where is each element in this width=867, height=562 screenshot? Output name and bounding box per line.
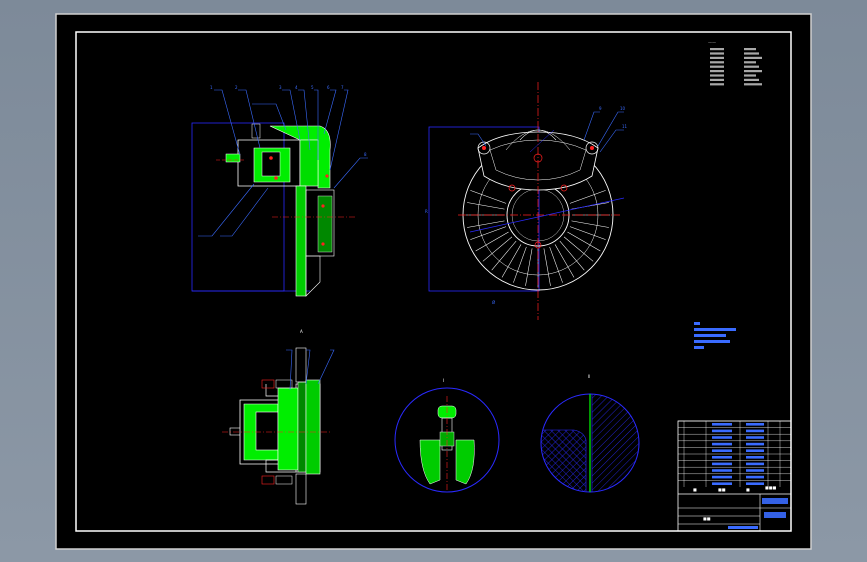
param-value-cell <box>744 78 759 81</box>
cad-drawing-sheet: —— 1 2 3 4 5 6 78 A 9 1011 RØ I II ■ ■■ … <box>55 13 812 550</box>
param-name-cell <box>710 52 724 55</box>
bom-material <box>746 449 764 452</box>
svg-text:R: R <box>425 209 428 214</box>
svg-text:Ø: Ø <box>492 300 495 305</box>
param-value-cell <box>744 70 762 73</box>
param-value-cell <box>744 48 756 51</box>
section-disc <box>305 379 321 475</box>
param-value-cell <box>744 52 759 55</box>
param-name-cell <box>710 48 724 51</box>
param-name-cell <box>710 74 724 77</box>
param-value-cell <box>744 56 762 59</box>
param-value-cell <box>744 74 756 77</box>
svg-text:■■: ■■ <box>718 487 726 492</box>
bom-material <box>746 482 764 485</box>
bom-part-name <box>712 482 732 485</box>
svg-text:■: ■ <box>746 487 750 492</box>
bom-part-name <box>712 423 732 426</box>
svg-text:10: 10 <box>620 106 626 111</box>
bom-part-name <box>712 449 732 452</box>
bom-part-name <box>712 442 732 446</box>
bom-material <box>746 475 764 479</box>
bom-material <box>746 423 764 426</box>
param-name-cell <box>710 78 724 81</box>
bom-part-name <box>712 456 732 459</box>
bom-part-name <box>712 429 732 433</box>
param-name-cell <box>710 65 724 68</box>
svg-text:■: ■ <box>693 487 697 492</box>
bom-material <box>746 436 764 439</box>
bom-material <box>746 456 764 459</box>
svg-text:——: —— <box>708 40 716 45</box>
bom-material <box>746 429 764 433</box>
bom-part-name <box>712 436 732 439</box>
param-value-cell <box>744 61 756 64</box>
cad-viewport[interactable]: —— 1 2 3 4 5 6 7 8 A 9 10 11 R Ø I II ■ … <box>0 0 867 562</box>
bom-material <box>746 462 764 466</box>
param-name-cell <box>710 70 724 73</box>
svg-text:■■■: ■■■ <box>765 485 777 490</box>
param-value-cell <box>744 83 762 86</box>
bom-part-name <box>712 462 732 466</box>
bom-part-name <box>712 469 732 472</box>
param-value-cell <box>744 65 759 68</box>
svg-text:■■: ■■ <box>703 516 711 521</box>
detail-ii-label: II <box>588 374 590 379</box>
detail-i-label: I <box>443 378 444 383</box>
svg-text:11: 11 <box>622 124 628 129</box>
param-name-cell <box>710 56 724 59</box>
param-name-cell <box>710 83 724 86</box>
bom-part-name <box>712 475 732 479</box>
section-mark: A <box>300 329 303 334</box>
brake-disc-section <box>295 185 307 297</box>
bom-material <box>746 442 764 446</box>
param-name-cell <box>710 61 724 64</box>
section-piston <box>277 387 299 471</box>
bom-material <box>746 469 764 472</box>
